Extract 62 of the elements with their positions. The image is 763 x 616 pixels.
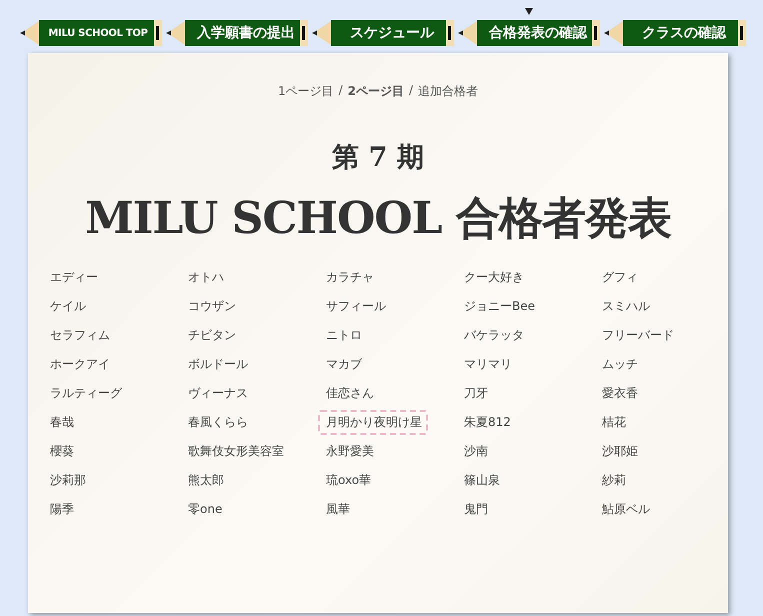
passer-name: 鬼門: [463, 501, 489, 518]
passer-name: 櫻葵: [49, 443, 75, 460]
passer-name: 春哉: [49, 414, 75, 431]
passer-name: 刀牙: [463, 385, 489, 402]
passer-name: サフィール: [325, 298, 387, 315]
passer-name: 桔花: [601, 414, 627, 431]
page-heading: MILU SCHOOL 合格者発表: [84, 192, 672, 245]
passer-name: エディー: [49, 269, 99, 286]
passer-name: ジョニーBee: [463, 298, 536, 315]
passer-name: 佳恋さん: [325, 385, 375, 402]
passer-name: マカブ: [325, 356, 363, 373]
passer-name: クー大好き: [463, 269, 525, 286]
passer-name: 歌舞伎女形美容室: [187, 443, 285, 460]
passer-name: オトハ: [187, 269, 225, 286]
page-link[interactable]: 2ページ目: [348, 83, 404, 99]
passer-name: 沙耶姫: [601, 443, 639, 460]
pencil-end-icon: [740, 26, 743, 40]
passer-name: ニトロ: [325, 327, 363, 344]
nav-tab[interactable]: 入学願書の提出: [166, 20, 308, 46]
passer-name: 沙莉那: [49, 472, 87, 489]
passer-name: ムッチ: [601, 356, 639, 373]
pencil-end-icon: [156, 26, 159, 40]
nav-tab[interactable]: 合格発表の確認: [458, 20, 600, 46]
passer-name: 永野愛美: [325, 443, 375, 460]
pencil-end-icon: [594, 26, 597, 40]
passer-name: グフィ: [601, 269, 639, 286]
passer-name: セラフィム: [49, 327, 111, 344]
passer-name: フリーバード: [601, 327, 675, 344]
passer-name: 朱夏812: [463, 414, 512, 431]
nav-tab[interactable]: クラスの確認: [604, 20, 746, 46]
passer-name: 風華: [325, 501, 351, 518]
breadcrumb-separator: /: [338, 83, 343, 99]
breadcrumb-separator: /: [409, 83, 414, 99]
page-link[interactable]: 追加合格者: [418, 83, 478, 99]
passer-name: ホークアイ: [49, 356, 111, 373]
nav-tab[interactable]: スケジュール: [312, 20, 454, 46]
passer-name: コウザン: [187, 298, 237, 315]
passer-name: スミハル: [601, 298, 651, 315]
page-link[interactable]: 1ページ目: [278, 83, 334, 99]
passer-name: 月明かり夜明け星: [318, 410, 428, 435]
passer-name: 陽季: [49, 501, 75, 518]
passer-name: 鮎原ベル: [601, 501, 651, 518]
passer-name: 沙南: [463, 443, 489, 460]
passer-name: ヴィーナス: [187, 385, 249, 402]
passer-name: カラチャ: [325, 269, 375, 286]
nav-tab[interactable]: MILU SCHOOL TOP: [20, 20, 162, 46]
passer-name: 零one: [187, 501, 224, 518]
term-title: 第 7 期: [331, 141, 425, 175]
passer-name: 愛衣香: [601, 385, 639, 402]
passer-name: 琉oxo華: [325, 472, 372, 489]
passer-name: 春風くらら: [187, 414, 249, 431]
passer-name: マリマリ: [463, 356, 513, 373]
passer-name: ラルティーグ: [49, 385, 124, 402]
passer-name: ケイル: [49, 298, 87, 315]
pencil-end-icon: [448, 26, 451, 40]
pencil-end-icon: [302, 26, 305, 40]
passer-name: 篠山泉: [463, 472, 501, 489]
passer-name: 紗莉: [601, 472, 627, 489]
passer-name: チビタン: [187, 327, 237, 344]
passer-name: バケラッタ: [463, 327, 525, 344]
passer-name: ボルドール: [187, 356, 249, 373]
passer-name: 熊太郎: [187, 472, 225, 489]
